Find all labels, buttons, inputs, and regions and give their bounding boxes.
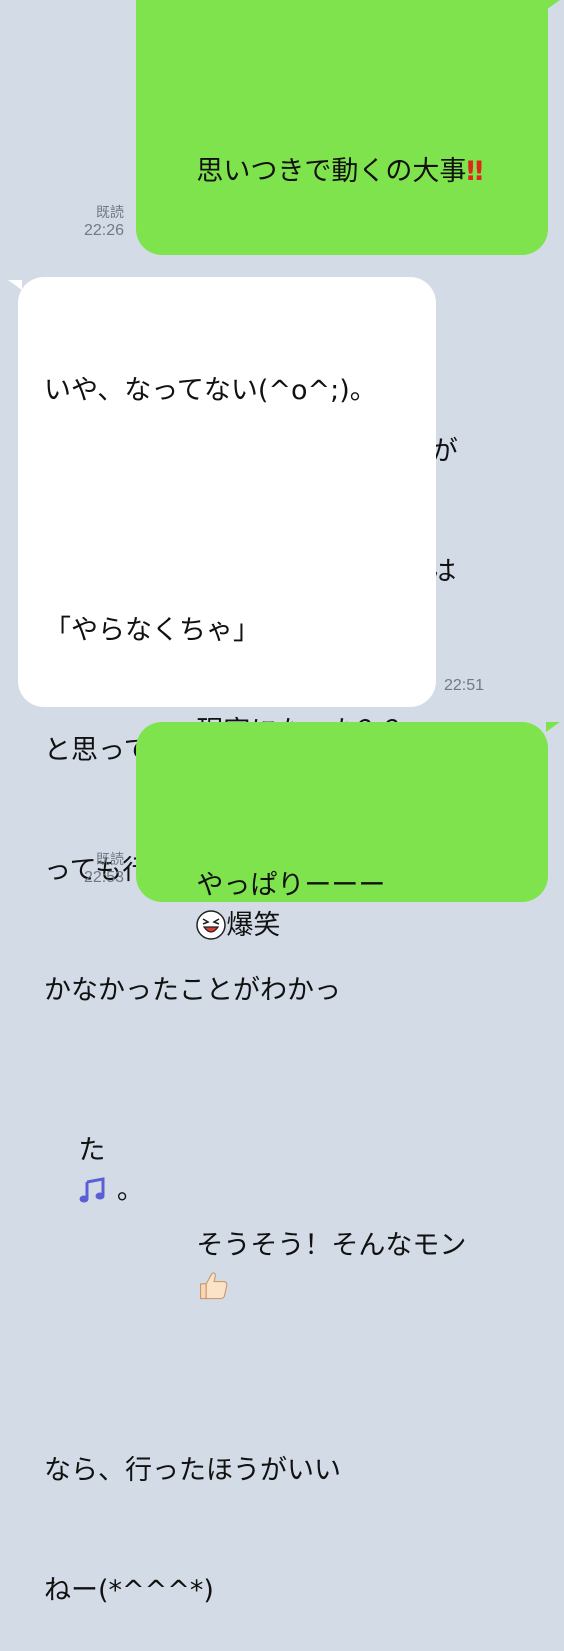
message-text: 思いつきで動くの大事 [196, 156, 467, 187]
message-text: そうそう！そんなモン [196, 1230, 467, 1261]
message-text: やっぱりーーー [196, 870, 386, 901]
message-meta: 既読 22:53 [60, 850, 124, 888]
laughing-face-icon [196, 910, 227, 940]
message-timestamp: 22:53 [83, 869, 124, 886]
message-timestamp: 22:51 [444, 677, 485, 694]
read-receipt: 既読 [96, 851, 124, 867]
message-timestamp: 22:26 [83, 222, 124, 239]
message-text: ねー(*^^^*) [44, 1575, 214, 1606]
thumbs-up-icon [200, 1272, 228, 1300]
bubble-tail [546, 0, 560, 10]
message-text: た [78, 1135, 106, 1166]
message-text: 「やらなくちゃ」 [44, 615, 260, 646]
message-text: なら、行ったほうがいい [44, 1455, 341, 1486]
outgoing-message-bubble[interactable]: やっぱりーーー 爆笑 そうそう！そんなモン [136, 722, 548, 1300]
message-text: 爆笑 [226, 910, 281, 941]
message-text [44, 491, 420, 531]
message-text: いや、なってない(^o^;)。 [44, 375, 377, 406]
read-receipt: 既読 [96, 204, 124, 220]
message-text: 。 [108, 1175, 144, 1206]
message-meta: 既読 22:26 [60, 203, 124, 241]
bubble-tail [8, 280, 22, 290]
message-text [162, 1066, 528, 1106]
music-note-icon [79, 1177, 105, 1203]
outgoing-message-bubble[interactable]: 思いつきで動くの大事‼ で、銭湯行くのを不安が ってたけど、その不安は 現実にな… [136, 0, 548, 786]
bubble-tail [546, 722, 560, 732]
message-meta: 22:51 [444, 676, 504, 696]
double-exclamation-icon: ‼ [466, 156, 484, 187]
incoming-message-bubble[interactable]: いや、なってない(^o^;)。 「やらなくちゃ」 と思ってたことは銭湯行 っても… [18, 277, 436, 1606]
